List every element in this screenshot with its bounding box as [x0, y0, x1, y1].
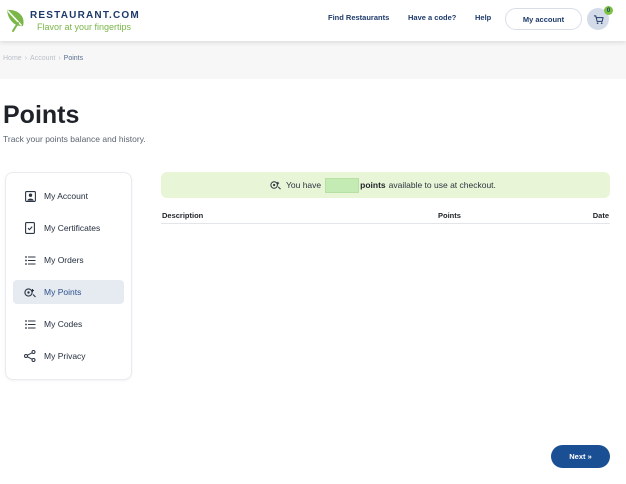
- brand-logo[interactable]: RESTAURANT.COM Flavor at your fingertips: [4, 6, 144, 34]
- next-page-button[interactable]: Next »: [551, 445, 610, 468]
- list-icon: [24, 318, 36, 330]
- cart-count-badge: 0: [604, 6, 613, 15]
- leaf-logo-icon: [7, 9, 24, 32]
- sidebar-item-label: My Certificates: [44, 223, 101, 233]
- nav-help[interactable]: Help: [475, 13, 491, 22]
- sidebar-item-label: My Orders: [44, 255, 84, 265]
- sidebar-item-my-certificates[interactable]: My Certificates: [13, 216, 124, 240]
- list-icon: [24, 254, 36, 266]
- banner-suffix-text: available to use at checkout.: [388, 180, 496, 190]
- column-header-points: Points: [438, 211, 461, 220]
- sidebar-item-my-orders[interactable]: My Orders: [13, 248, 124, 272]
- points-icon: [24, 286, 36, 298]
- breadcrumb-home[interactable]: Home: [3, 55, 22, 62]
- page-subtitle: Track your points balance and history.: [3, 134, 146, 144]
- page-title: Points: [3, 101, 80, 129]
- sidebar-item-my-account[interactable]: My Account: [13, 184, 124, 208]
- share-icon: [24, 350, 36, 362]
- breadcrumb-account[interactable]: Account: [30, 55, 55, 62]
- certificate-icon: [24, 222, 36, 234]
- user-icon: [24, 190, 36, 202]
- column-header-date: Date: [592, 211, 609, 220]
- site-header: RESTAURANT.COM Flavor at your fingertips…: [0, 0, 626, 41]
- sidebar-item-my-points[interactable]: My Points: [13, 280, 124, 304]
- nav-have-a-code[interactable]: Have a code?: [408, 13, 456, 22]
- breadcrumb-separator: ›: [58, 55, 61, 62]
- sidebar-item-label: My Points: [44, 287, 82, 297]
- account-sidebar: My Account My Certificates My Orders My …: [5, 172, 132, 380]
- points-balance-banner: You have points available to use at chec…: [161, 172, 610, 198]
- column-header-description: Description: [162, 211, 204, 220]
- points-icon: [270, 180, 281, 190]
- breadcrumb-current: Points: [63, 55, 84, 62]
- my-account-button[interactable]: My account: [505, 8, 582, 30]
- points-history-table-header: Description Points Date: [161, 210, 610, 224]
- breadcrumb-separator: ›: [24, 55, 28, 62]
- sidebar-item-my-privacy[interactable]: My Privacy: [13, 344, 124, 368]
- nav-find-restaurants[interactable]: Find Restaurants: [328, 13, 389, 22]
- banner-prefix-text: You have: [286, 180, 322, 190]
- cart-icon: [593, 14, 604, 24]
- sidebar-item-label: My Account: [44, 191, 88, 201]
- brand-name: RESTAURANT.COM: [30, 10, 140, 21]
- points-balance-value: [325, 177, 360, 193]
- banner-points-word: points: [360, 180, 386, 190]
- sidebar-item-label: My Codes: [44, 319, 83, 329]
- sidebar-item-my-codes[interactable]: My Codes: [13, 312, 124, 336]
- brand-tagline: Flavor at your fingertips: [37, 22, 132, 32]
- sidebar-item-label: My Privacy: [44, 351, 86, 361]
- breadcrumb: Home › Account › Points: [3, 55, 83, 62]
- breadcrumb-bar: Home › Account › Points: [0, 41, 626, 79]
